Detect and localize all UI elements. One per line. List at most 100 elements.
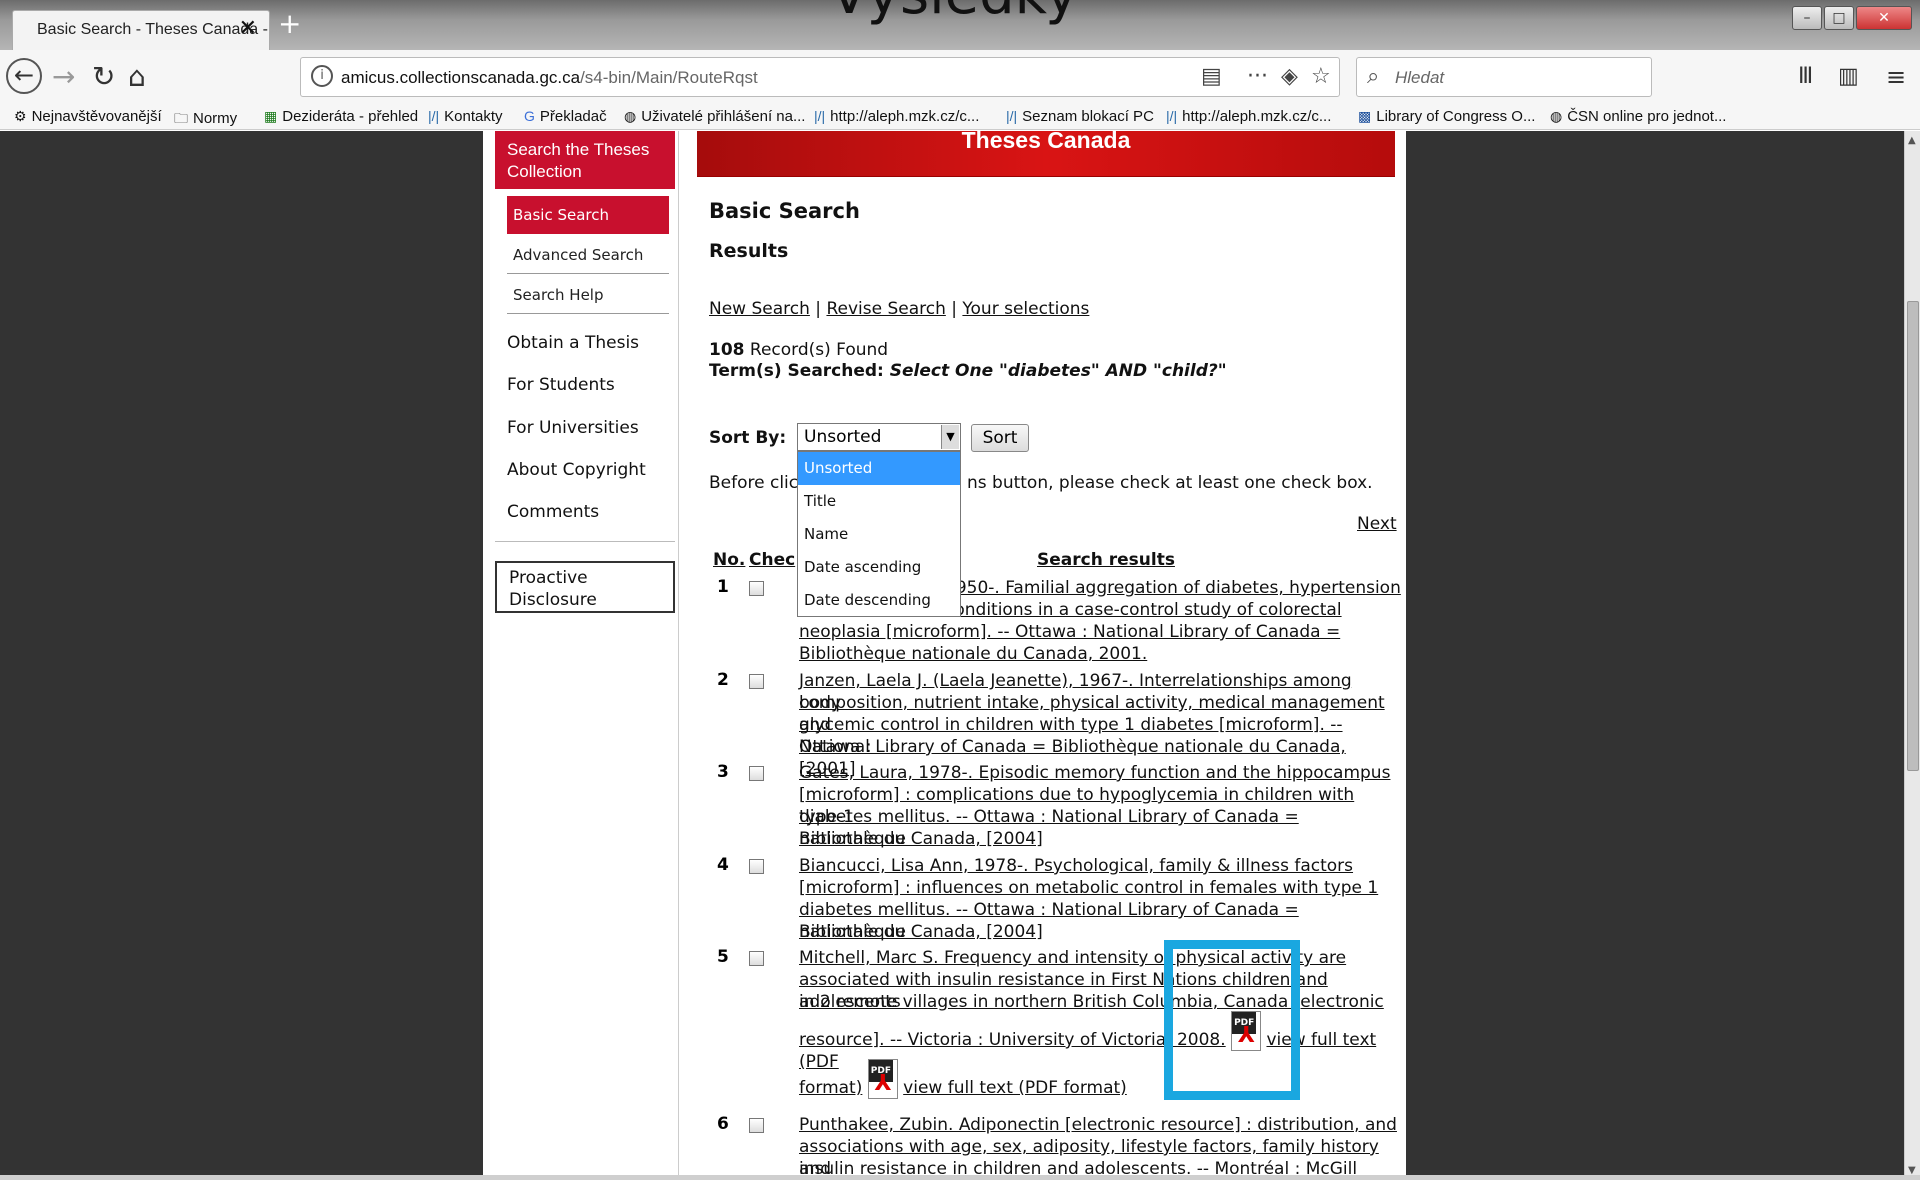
record-link[interactable]: Punthakee, Zubin. Adiponectin [electroni… [799, 1114, 1399, 1136]
instruction-text-end: ns button, please check at least one che… [967, 473, 1373, 493]
instruction-text-start: Before clic [709, 473, 799, 493]
record-checkbox[interactable] [749, 581, 764, 596]
globe-icon: ◍ [624, 108, 637, 124]
pocket-icon[interactable]: ◈ [1281, 64, 1298, 89]
record-number: 3 [717, 762, 729, 782]
view-full-text-link[interactable]: view full text (PDF format) [903, 1078, 1127, 1098]
sort-option-date-ascending[interactable]: Date ascending [798, 551, 960, 584]
record-link[interactable]: nationale du Canada, [2004] [799, 828, 1399, 850]
record-link-with-pdf[interactable]: format) PDF ⅄ view full text (PDF format) [799, 1059, 1399, 1099]
record-number: 2 [717, 670, 729, 690]
bookmark-blocked-pcs[interactable]: |/| Seznam blokací PC [1006, 108, 1154, 125]
back-icon[interactable]: ← [6, 58, 42, 94]
search-collection-header[interactable]: Search the Theses Collection [495, 131, 675, 189]
record-link[interactable]: [microform] : influences on metabolic co… [799, 877, 1399, 899]
close-window-button[interactable]: ✕ [1856, 6, 1912, 30]
nav-search-help[interactable]: Search Help [507, 276, 669, 314]
record-link[interactable]: neoplasia [microform]. -- Ottawa : Natio… [799, 621, 1399, 643]
sort-button[interactable]: Sort [971, 424, 1029, 452]
record-checkbox[interactable] [749, 951, 764, 966]
sort-option-date-descending[interactable]: Date descending [798, 584, 960, 617]
record-checkbox[interactable] [749, 859, 764, 874]
column-header-no: No. [713, 550, 746, 570]
record-link[interactable]: Biancucci, Lisa Ann, 1978-. Psychologica… [799, 855, 1399, 877]
next-page-link[interactable]: Next [1357, 514, 1397, 534]
record-checkbox[interactable] [749, 674, 764, 689]
new-search-link[interactable]: New Search [709, 299, 810, 319]
record-checkbox[interactable] [749, 766, 764, 781]
record-link[interactable]: Mitchell, Marc S. Frequency and intensit… [799, 947, 1399, 969]
revise-search-link[interactable]: Revise Search [826, 299, 945, 319]
sort-option-unsorted[interactable]: Unsorted [798, 452, 960, 485]
url-bar[interactable]: i amicus.collectionscanada.gc.ca/s4-bin/… [300, 57, 1340, 97]
sidebar-toggle-icon[interactable]: ▥ [1838, 62, 1859, 92]
link-icon: |/| [428, 108, 440, 124]
bookmark-aleph-2[interactable]: |/| http://aleph.mzk.cz/c... [1166, 108, 1331, 125]
sort-option-title[interactable]: Title [798, 485, 960, 518]
sort-select[interactable]: Unsorted ▼ [797, 423, 961, 451]
bookmark-csn-online[interactable]: ◍ ČSN online pro jednot... [1550, 108, 1726, 125]
nav-for-students[interactable]: For Students [507, 375, 615, 395]
hamburger-menu-icon[interactable]: ≡ [1886, 62, 1906, 92]
record-checkbox[interactable] [749, 1118, 764, 1133]
bookmark-folder-normy[interactable]: 🗀 Normy [174, 108, 237, 132]
sort-option-name[interactable]: Name [798, 518, 960, 551]
nav-for-universities[interactable]: For Universities [507, 418, 639, 438]
bookmark-users[interactable]: ◍ Uživatelé přihlášení na... [624, 108, 805, 125]
nav-about-copyright[interactable]: About Copyright [507, 460, 646, 480]
bookmark-contacts[interactable]: |/| Kontakty [428, 108, 503, 125]
record-number: 1 [717, 577, 729, 597]
gear-icon: ⚙ [14, 108, 27, 124]
record-count: 108 Record(s) Found [709, 340, 889, 360]
nav-basic-search[interactable]: Basic Search [507, 196, 669, 234]
reload-icon[interactable]: ↻ [92, 62, 115, 92]
record-link[interactable]: Bibliothèque nationale du Canada, 2001. [799, 643, 1399, 665]
nav-obtain-thesis[interactable]: Obtain a Thesis [507, 333, 639, 353]
minimize-button[interactable]: – [1792, 6, 1822, 30]
banner-title: Theses Canada [961, 131, 1131, 153]
bookmark-aleph-1[interactable]: |/| http://aleph.mzk.cz/c... [814, 108, 979, 125]
browser-tab[interactable]: Basic Search - Theses Canada - ✕ [12, 10, 270, 50]
search-box[interactable]: ⌕ Hledat [1356, 57, 1652, 97]
title-bar: Výsledky Basic Search - Theses Canada - … [0, 0, 1920, 50]
maximize-button[interactable]: □ [1824, 6, 1854, 30]
record-link[interactable]: conditions in a case-control study of co… [945, 599, 1545, 621]
record-link[interactable]: nationale du Canada, [2004] [799, 921, 1399, 943]
record-link[interactable]: in 2 remote villages in northern British… [799, 991, 1399, 1013]
page-actions-icon[interactable]: ··· [1247, 64, 1268, 89]
theses-canada-banner: Theses Canada [697, 131, 1395, 177]
nav-proactive-disclosure[interactable]: Proactive Disclosure [495, 561, 675, 613]
page-scrollbar[interactable]: ▲ ▼ [1904, 131, 1920, 1180]
record-link[interactable]: 1950-. Familial aggregation of diabetes,… [945, 577, 1545, 599]
your-selections-link[interactable]: Your selections [962, 299, 1089, 319]
info-icon[interactable]: i [311, 65, 333, 87]
reader-view-icon[interactable]: ▤ [1201, 64, 1222, 89]
sort-dropdown[interactable]: Unsorted Title Name Date ascending Date … [797, 451, 961, 617]
bookmark-most-visited[interactable]: ⚙ Nejnavštěvovanější [14, 108, 162, 125]
url-text[interactable]: amicus.collectionscanada.gc.ca/s4-bin/Ma… [341, 68, 758, 88]
close-tab-icon[interactable]: ✕ [239, 16, 257, 41]
nav-comments[interactable]: Comments [507, 502, 599, 522]
home-icon[interactable]: ⌂ [128, 62, 146, 92]
bookmark-star-icon[interactable]: ☆ [1311, 64, 1331, 89]
chevron-down-icon[interactable]: ▼ [941, 425, 959, 449]
new-tab-button[interactable]: + [278, 10, 301, 38]
left-navigation: Search the Theses Collection Basic Searc… [483, 131, 679, 1180]
record-link[interactable]: Gates, Laura, 1978-. Episodic memory fun… [799, 762, 1399, 784]
scrollbar-thumb[interactable] [1907, 301, 1919, 771]
bookmarks-toolbar: ⚙ Nejnavštěvovanější 🗀 Normy ▦ Dezideráta -… [0, 104, 1920, 130]
forward-icon[interactable]: → [52, 62, 75, 92]
nav-divider [495, 541, 675, 542]
bookmark-desiderata[interactable]: ▦ Dezideráta - přehled [264, 108, 418, 125]
record-number: 5 [717, 947, 729, 967]
pdf-icon[interactable]: PDF ⅄ [867, 1059, 898, 1099]
bookmark-library-congress[interactable]: ▩ Library of Congress O... [1358, 108, 1535, 125]
record-number: 4 [717, 855, 729, 875]
translate-icon: G [524, 108, 535, 124]
bookmark-translator[interactable]: G Překladač [524, 108, 607, 125]
library-icon[interactable]: Ⅲ [1798, 62, 1813, 92]
nav-advanced-search[interactable]: Advanced Search [507, 236, 669, 274]
scroll-up-icon[interactable]: ▲ [1908, 135, 1916, 146]
search-icon: ⌕ [1367, 64, 1380, 89]
slide-overlay-title: Výsledky [830, 0, 1078, 27]
